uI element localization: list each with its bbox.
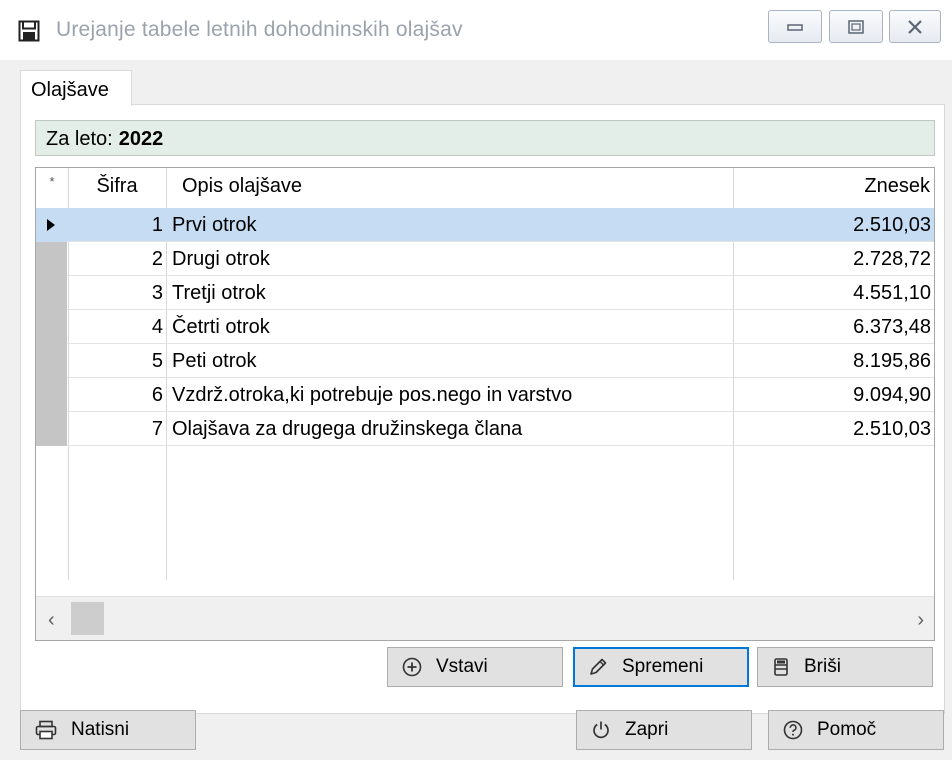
- plus-circle-icon: [402, 657, 422, 677]
- print-label: Natisni: [71, 719, 130, 740]
- title-bar[interactable]: Urejanje tabele letnih dohodninskih olaj…: [0, 0, 952, 60]
- cell-znesek[interactable]: 9.094,90: [734, 378, 931, 412]
- cell-znesek[interactable]: 2.728,72: [734, 242, 931, 276]
- power-icon: [593, 721, 609, 739]
- tab-olajsave[interactable]: Olajšave: [20, 70, 132, 106]
- insert-button[interactable]: Vstavi: [387, 647, 563, 687]
- window-title: Urejanje tabele letnih dohodninskih olaj…: [56, 18, 463, 41]
- row-selector[interactable]: [36, 344, 67, 378]
- header-marker: *: [49, 174, 55, 189]
- year-label: Za leto:: [46, 128, 113, 150]
- save-icon: [18, 20, 40, 42]
- year-filter: Za leto: 2022: [35, 120, 935, 156]
- trash-icon: [774, 658, 788, 676]
- cell-opis[interactable]: Olajšava za drugega družinskega člana: [172, 412, 727, 446]
- table-row[interactable]: 4 Četrti otrok 6.373,48: [36, 310, 934, 344]
- table-row[interactable]: 5 Peti otrok 8.195,86: [36, 344, 934, 378]
- minimize-icon: [787, 23, 803, 31]
- close-icon: [908, 19, 922, 34]
- maximize-icon: [848, 19, 864, 34]
- cell-znesek[interactable]: 8.195,86: [734, 344, 931, 378]
- cell-znesek[interactable]: 6.373,48: [734, 310, 931, 344]
- edit-button[interactable]: Spremeni: [573, 647, 749, 687]
- help-button[interactable]: Pomoč: [768, 710, 944, 750]
- row-selector[interactable]: [36, 276, 67, 310]
- row-selector[interactable]: [36, 310, 67, 344]
- cell-sifra[interactable]: 7: [68, 412, 163, 446]
- help-label: Pomoč: [817, 719, 877, 740]
- cell-sifra[interactable]: 1: [68, 208, 163, 242]
- dialog-window: Urejanje tabele letnih dohodninskih olaj…: [0, 0, 952, 760]
- year-value: 2022: [118, 128, 164, 150]
- cell-znesek[interactable]: 2.510,03: [734, 208, 931, 242]
- minimize-button[interactable]: [768, 10, 822, 43]
- row-selector[interactable]: [36, 412, 67, 446]
- table-row[interactable]: 2 Drugi otrok 2.728,72: [36, 242, 934, 276]
- cell-znesek[interactable]: 4.551,10: [734, 276, 931, 310]
- cell-opis[interactable]: Peti otrok: [172, 344, 727, 378]
- delete-label: Briši: [804, 656, 841, 677]
- scrollbar-thumb[interactable]: [71, 602, 104, 635]
- row-selector[interactable]: [36, 208, 67, 242]
- cell-opis[interactable]: Četrti otrok: [172, 310, 727, 344]
- pencil-icon: [590, 658, 607, 675]
- cell-sifra[interactable]: 2: [68, 242, 163, 276]
- header-opis[interactable]: Opis olajšave: [182, 168, 582, 213]
- tab-label: Olajšave: [31, 79, 109, 101]
- close-button[interactable]: Zapri: [576, 710, 752, 750]
- edit-label: Spremeni: [622, 656, 704, 677]
- table-row[interactable]: 7 Olajšava za drugega družinskega člana …: [36, 412, 934, 446]
- cell-opis[interactable]: Prvi otrok: [172, 208, 727, 242]
- question-circle-icon: [783, 720, 803, 740]
- cell-znesek[interactable]: 2.510,03: [734, 412, 931, 446]
- header-znesek[interactable]: Znesek: [734, 168, 930, 213]
- delete-button[interactable]: Briši: [757, 647, 933, 687]
- row-selector[interactable]: [36, 242, 67, 276]
- horizontal-scrollbar[interactable]: ‹ ›: [36, 596, 934, 640]
- cell-sifra[interactable]: 4: [68, 310, 163, 344]
- insert-label: Vstavi: [436, 656, 488, 677]
- data-grid[interactable]: * Šifra Opis olajšave Znesek 1 Prvi otro…: [35, 167, 935, 641]
- table-row[interactable]: 3 Tretji otrok 4.551,10: [36, 276, 934, 310]
- cell-opis[interactable]: Tretji otrok: [172, 276, 727, 310]
- scroll-right-arrow-icon[interactable]: ›: [917, 609, 924, 632]
- cell-opis[interactable]: Vzdrž.otroka,ki potrebuje pos.nego in va…: [172, 378, 727, 412]
- table-row[interactable]: 6 Vzdrž.otroka,ki potrebuje pos.nego in …: [36, 378, 934, 412]
- row-selector[interactable]: [36, 378, 67, 412]
- cell-sifra[interactable]: 6: [68, 378, 163, 412]
- scroll-left-arrow-icon[interactable]: ‹: [48, 609, 55, 632]
- current-row-arrow-icon: [47, 219, 55, 231]
- close-window-button[interactable]: [889, 10, 941, 43]
- table-row[interactable]: 1 Prvi otrok 2.510,03: [36, 208, 934, 242]
- header-sifra[interactable]: Šifra: [68, 168, 166, 213]
- cell-opis[interactable]: Drugi otrok: [172, 242, 727, 276]
- print-button[interactable]: Natisni: [20, 710, 196, 750]
- printer-icon: [35, 720, 57, 740]
- cell-sifra[interactable]: 5: [68, 344, 163, 378]
- close-label: Zapri: [625, 719, 669, 740]
- maximize-button[interactable]: [829, 10, 883, 43]
- cell-sifra[interactable]: 3: [68, 276, 163, 310]
